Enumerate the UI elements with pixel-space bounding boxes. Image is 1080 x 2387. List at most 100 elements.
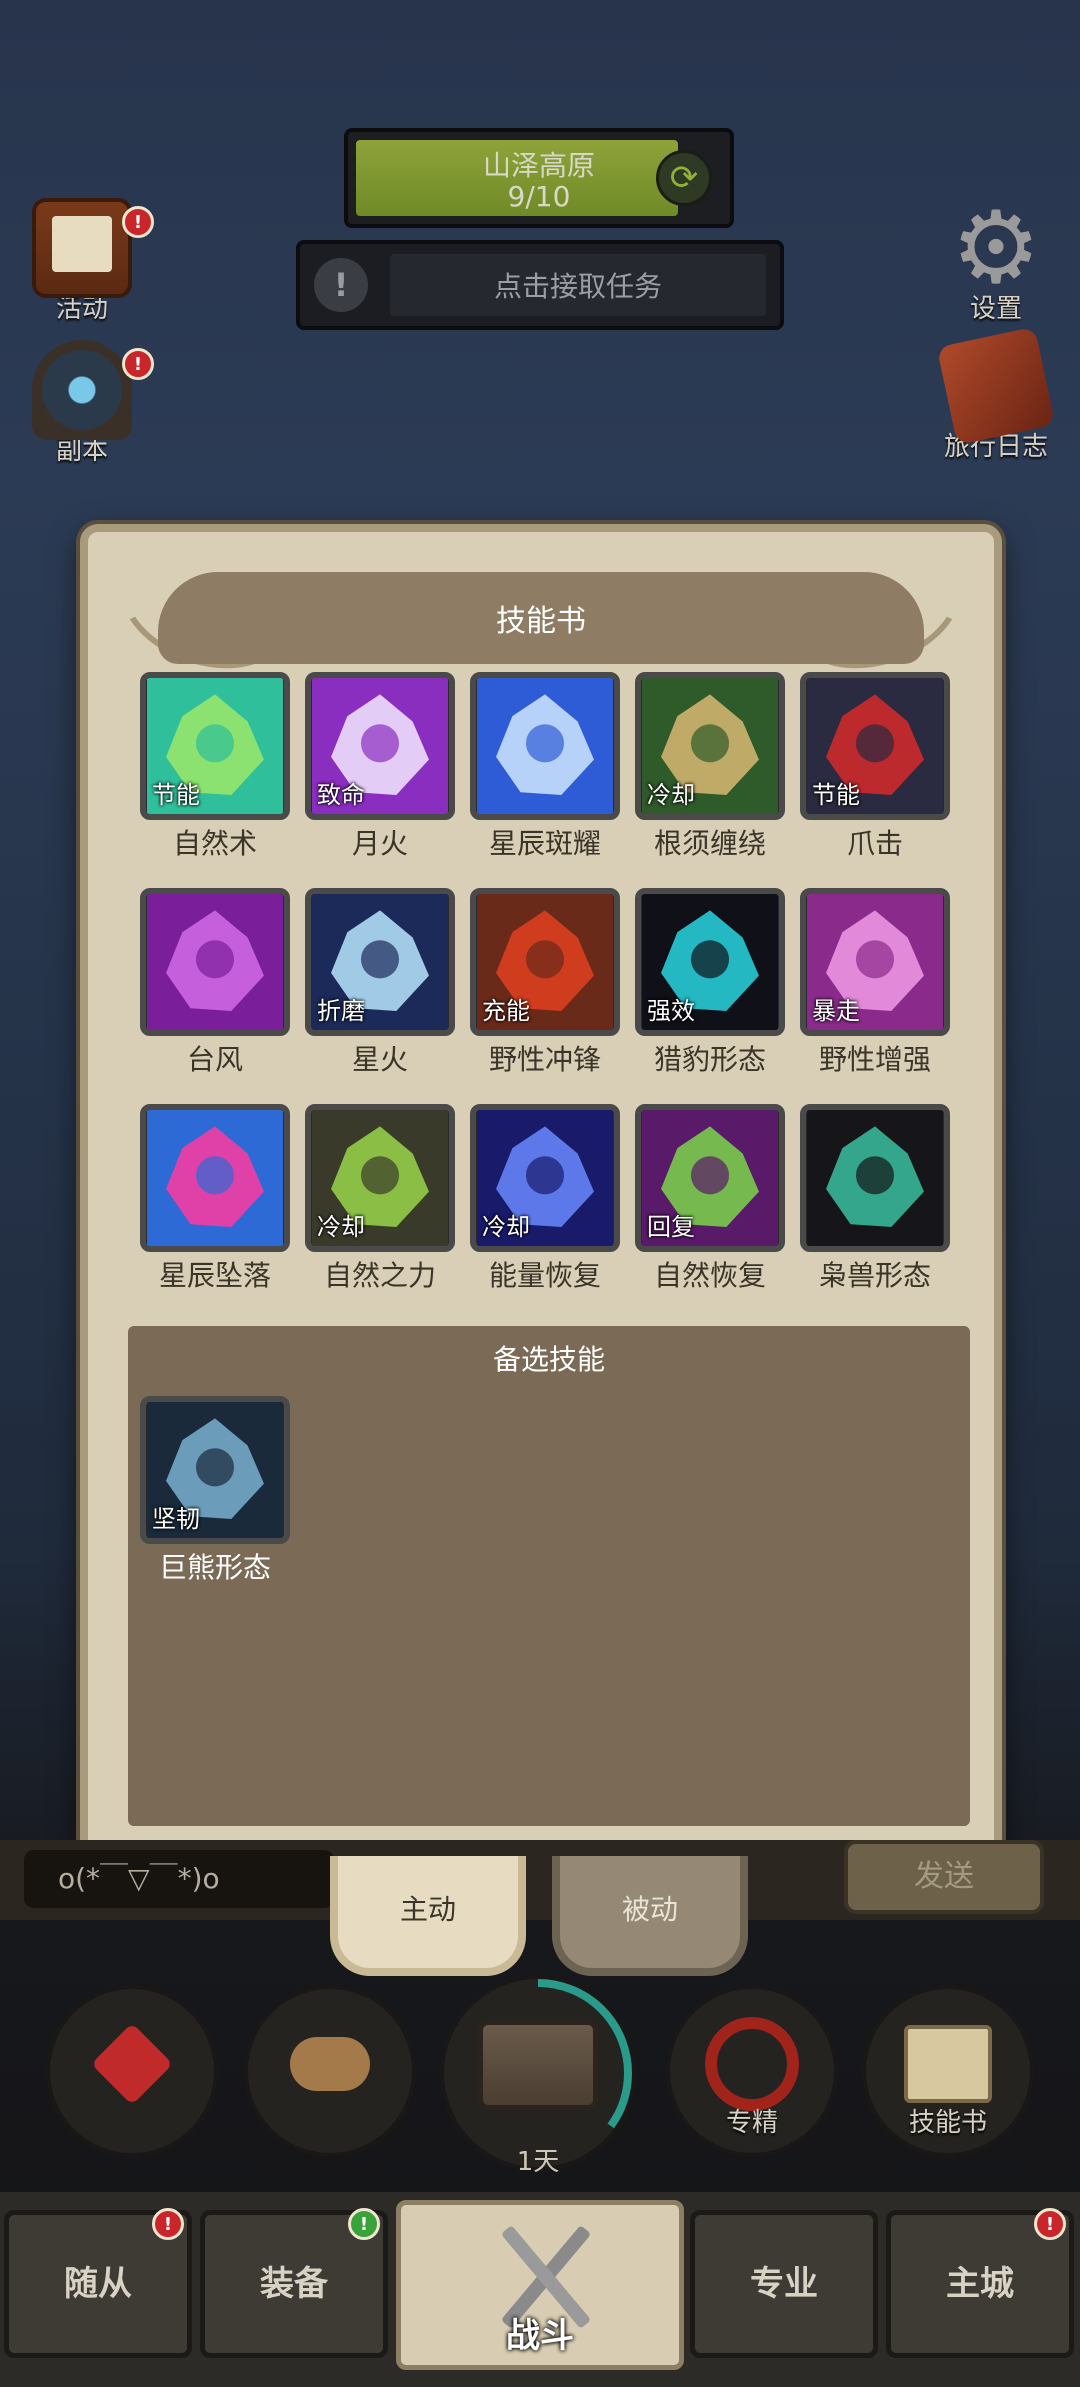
typhoon-icon — [147, 894, 283, 1030]
specialization-button[interactable]: 专精 — [666, 1985, 838, 2157]
skill-item[interactable]: 星辰斑耀 — [470, 672, 620, 862]
day-label: 1天 — [516, 2147, 560, 2177]
skill-icon-frame[interactable]: 致命 — [305, 672, 455, 820]
nav-main-city-badge: ! — [1034, 2208, 1066, 2240]
nav-main-city-label: 主城 — [946, 2264, 1014, 2304]
skill-item[interactable]: 节能自然术 — [140, 672, 290, 862]
nav-battle[interactable]: 战斗 — [396, 2200, 684, 2370]
skill-icon-frame[interactable]: 节能 — [800, 672, 950, 820]
skill-icon-frame[interactable] — [470, 672, 620, 820]
skill-tag: 坚韧 — [152, 1505, 200, 1533]
skill-name: 能量恢复 — [488, 1259, 601, 1292]
nav-profession-label: 专业 — [750, 2264, 818, 2304]
nav-equipment-badge: ! — [348, 2208, 380, 2240]
skill-item[interactable]: 枭兽形态 — [800, 1104, 950, 1294]
quest-bar[interactable]: ! 点击接取任务 — [296, 240, 784, 330]
skill-name: 自然术 — [172, 827, 257, 860]
skill-tag: 折磨 — [317, 997, 365, 1025]
skill-item[interactable]: 致命月火 — [305, 672, 455, 862]
skill-tag: 节能 — [812, 781, 860, 809]
send-button[interactable]: 发送 — [844, 1840, 1044, 1914]
bottom-nav: 随从 ! 装备 ! 战斗 专业 主城 ! — [0, 2192, 1080, 2387]
skill-item[interactable]: 星辰坠落 — [140, 1104, 290, 1294]
skill-tag: 冷却 — [647, 781, 695, 809]
skill-name: 星火 — [351, 1043, 408, 1076]
tab-active-skills[interactable]: 主动 — [330, 1856, 526, 1976]
skill-name: 野性增强 — [818, 1043, 931, 1076]
skill-name: 猎豹形态 — [653, 1043, 766, 1076]
skill-item[interactable]: 冷却自然之力 — [305, 1104, 455, 1294]
travel-journal-button[interactable]: 旅行日志 — [926, 326, 1066, 463]
skill-item[interactable]: 强效猎豹形态 — [635, 888, 785, 1078]
skill-item[interactable]: 充能 野性冲锋 — [470, 888, 620, 1078]
skill-icon-frame[interactable]: 冷却 — [635, 672, 785, 820]
nav-battle-label: 战斗 — [506, 2316, 574, 2356]
specialization-icon — [705, 2017, 799, 2112]
skill-name: 根须缠绕 — [653, 827, 766, 860]
activity-button[interactable]: ! 活动 — [12, 198, 154, 325]
treasure-chest-button[interactable]: 1天 — [440, 1975, 636, 2177]
chat-input[interactable]: o(*￣▽￣*)o — [24, 1850, 334, 1908]
skill-tag: 致命 — [317, 781, 365, 809]
skill-item[interactable]: 冷却根须缠绕 — [635, 672, 785, 862]
reserve-title: 备选技能 — [492, 1343, 605, 1376]
gear-icon: ⚙ — [951, 189, 1041, 306]
skill-tag: 冷却 — [317, 1213, 365, 1241]
skill-icon-frame[interactable]: 节能 — [140, 672, 290, 820]
skill-book-label: 技能书 — [908, 2108, 987, 2138]
skill-tag: 强效 — [647, 997, 695, 1025]
skill-item[interactable]: 折磨星火 — [305, 888, 455, 1078]
skill-item[interactable]: 台风 — [140, 888, 290, 1078]
skill-icon-frame[interactable] — [800, 1104, 950, 1252]
nav-followers-badge: ! — [152, 2208, 184, 2240]
bread-icon — [290, 2037, 370, 2092]
skill-tag: 节能 — [152, 781, 200, 809]
skill-icon-frame[interactable]: 充能 — [470, 888, 620, 1036]
panel-title: 技能书 — [496, 604, 586, 639]
skill-icon-frame[interactable] — [140, 1104, 290, 1252]
potion-button[interactable] — [46, 1985, 218, 2157]
nav-followers-label: 随从 — [64, 2264, 132, 2304]
skill-name: 爪击 — [846, 827, 903, 860]
skill-icon-frame[interactable]: 暴走 — [800, 888, 950, 1036]
reserve-skills-area: 备选技能 坚韧 巨熊形态 — [128, 1326, 970, 1826]
settings-button[interactable]: ⚙ 设置 — [926, 198, 1066, 325]
scroll-board-icon — [32, 198, 132, 298]
skill-item[interactable]: 坚韧 巨熊形态 — [140, 1396, 290, 1586]
tab-passive-skills[interactable]: 被动 — [552, 1856, 748, 1976]
specialization-label: 专精 — [725, 2108, 778, 2138]
skill-book-panel: 技能书 节能 自然术 致命 月火 星辰斑耀 冷却 根须缠绕 节能 爪击 台风 折磨 星火 充能 野性冲锋强… — [80, 524, 1002, 1866]
region-progress-bar[interactable]: 山泽高原 9/10 ⟳ — [344, 128, 734, 228]
skill-icon-frame[interactable]: 冷却 — [305, 1104, 455, 1252]
skill-name: 星辰斑耀 — [488, 827, 601, 860]
skill-book-icon — [904, 2025, 992, 2104]
skill-grid: 节能 自然术 致命 月火 星辰斑耀 冷却 根须缠绕 节能 爪击 台风 折磨 星火 充能 野性冲锋 强效 猎豹形… — [140, 672, 972, 1294]
skill-tag: 暴走 — [812, 997, 860, 1025]
skill-icon-frame[interactable]: 坚韧 — [140, 1396, 290, 1544]
skill-item[interactable]: 回复自然恢复 — [635, 1104, 785, 1294]
refresh-icon[interactable]: ⟳ — [656, 150, 712, 206]
skill-name: 月火 — [351, 827, 408, 860]
journal-icon — [936, 326, 1056, 446]
quest-label[interactable]: 点击接取任务 — [390, 254, 766, 316]
skill-icon-frame[interactable]: 回复 — [635, 1104, 785, 1252]
skill-item[interactable]: 节能爪击 — [800, 672, 950, 862]
starburst-icon — [477, 678, 613, 814]
skill-icon-frame[interactable]: 冷却 — [470, 1104, 620, 1252]
nav-profession[interactable]: 专业 — [690, 2210, 878, 2358]
treasure-chest-icon — [478, 2020, 598, 2111]
skill-icon-frame[interactable]: 强效 — [635, 888, 785, 1036]
skill-icon-frame[interactable]: 折磨 — [305, 888, 455, 1036]
dungeon-button[interactable]: ! 副本 — [12, 340, 154, 467]
skill-name: 自然恢复 — [653, 1259, 766, 1292]
skill-tag: 回复 — [647, 1213, 695, 1241]
moonkin-form-icon — [807, 1110, 943, 1246]
skill-item[interactable]: 冷却能量恢复 — [470, 1104, 620, 1294]
skill-item[interactable]: 暴走野性增强 — [800, 888, 950, 1078]
chat-row: o(*￣▽￣*)o 发送 — [0, 1840, 1080, 1920]
skill-book-button[interactable]: 技能书 — [862, 1985, 1034, 2157]
skill-icon-frame[interactable] — [140, 888, 290, 1036]
food-button[interactable] — [244, 1985, 416, 2157]
skill-tag: 冷却 — [482, 1213, 530, 1241]
skill-name: 自然之力 — [323, 1259, 436, 1292]
